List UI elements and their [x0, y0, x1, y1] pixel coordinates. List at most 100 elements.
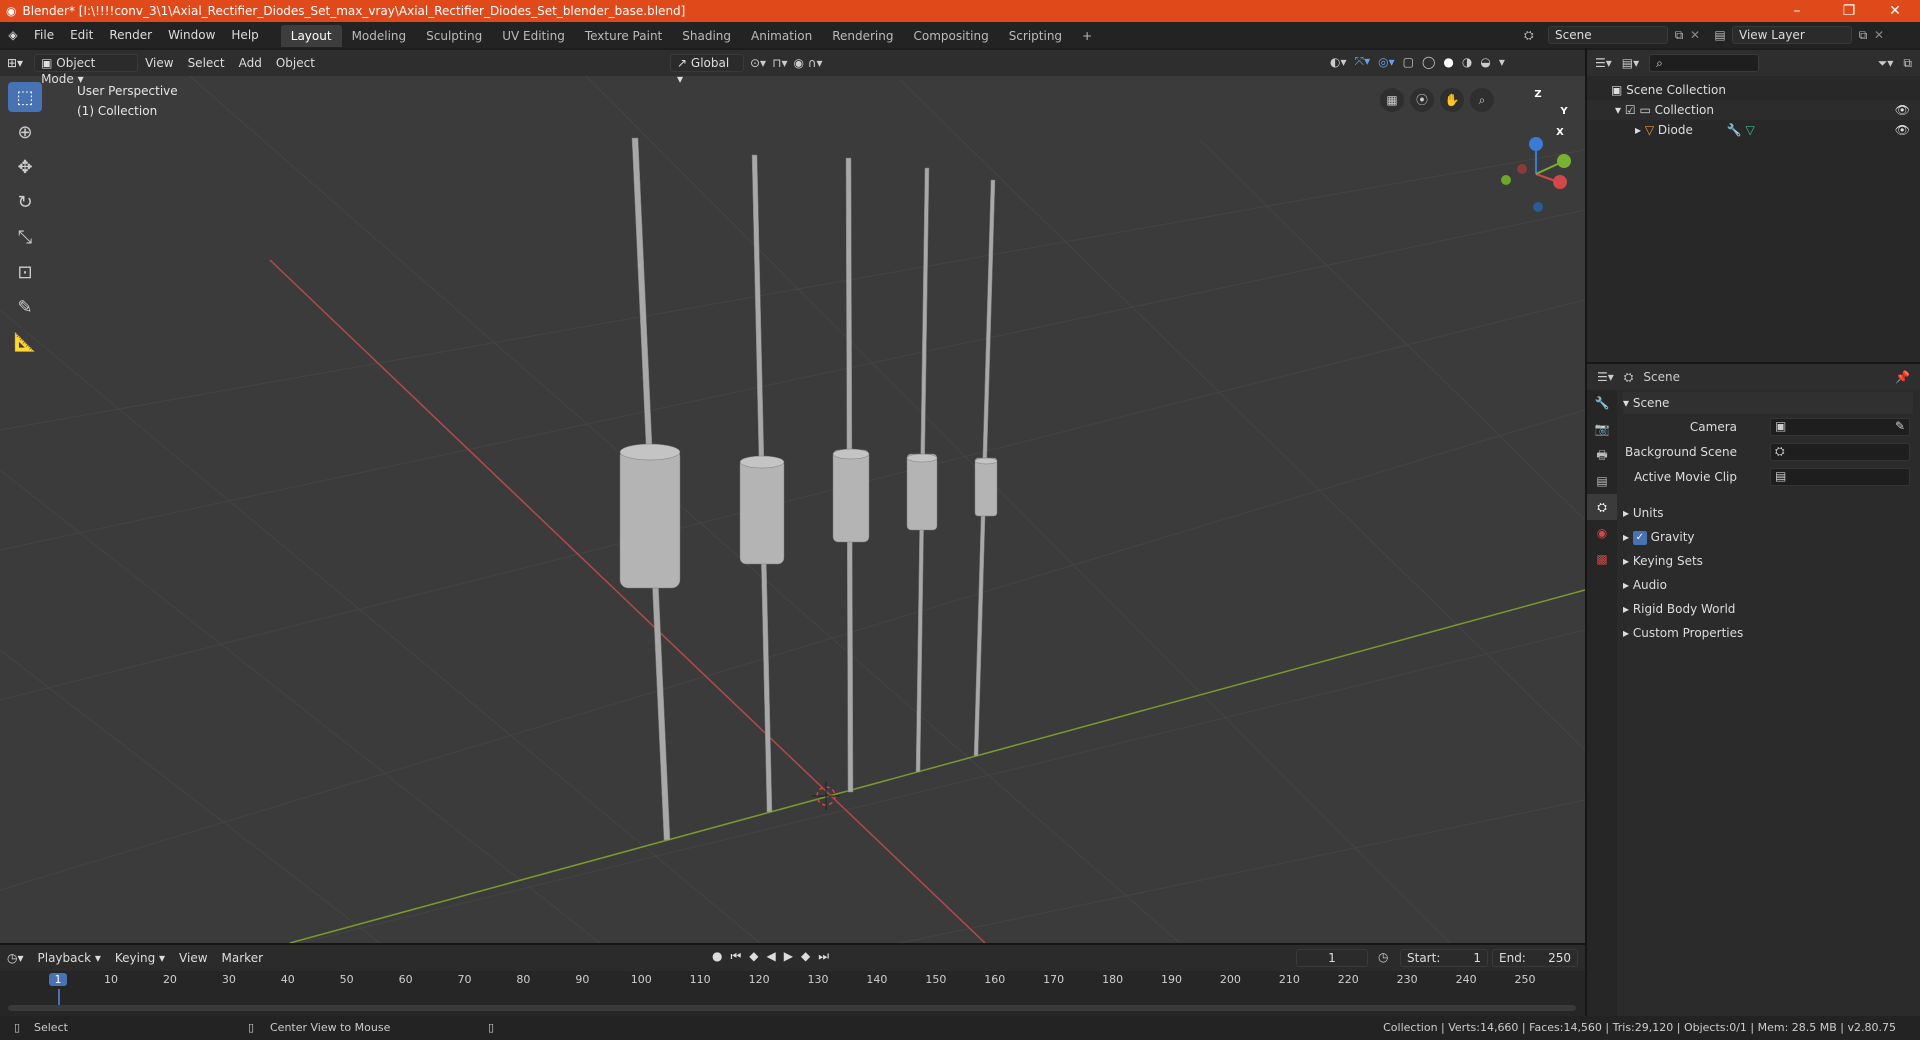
zoom-icon[interactable]: ⌕	[1470, 88, 1494, 112]
move-tool-icon[interactable]: ✥	[8, 152, 42, 182]
jump-start-icon[interactable]: ⏮	[730, 949, 741, 964]
display-mode-icon[interactable]: ▤▾	[1622, 56, 1639, 70]
tab-sculpting[interactable]: Sculpting	[416, 25, 492, 47]
outliner-object-diode[interactable]: ▸ ▽ Diode 🔧 ▽ 👁	[1587, 120, 1920, 140]
tab-compositing[interactable]: Compositing	[903, 25, 998, 47]
diode-5[interactable]	[973, 179, 998, 757]
world-tab-icon[interactable]: ◉	[1587, 520, 1617, 546]
transform-tool-icon[interactable]: ⊡	[8, 257, 42, 287]
3d-cursor-icon[interactable]	[812, 782, 840, 810]
timeline-scrollbar[interactable]	[8, 1005, 1576, 1011]
visibility-icon[interactable]: ◐▾	[1330, 55, 1347, 69]
scale-tool-icon[interactable]: ⤡	[8, 222, 42, 252]
overlays-icon[interactable]: ◎▾	[1378, 55, 1395, 69]
expand-arrow-icon[interactable]: ▾	[1615, 103, 1621, 117]
snap-icon[interactable]: ⊓▾	[772, 56, 787, 70]
output-tab-icon[interactable]: 🖶	[1587, 442, 1617, 468]
tab-modeling[interactable]: Modeling	[342, 25, 417, 47]
new-collection-icon[interactable]: ⧉	[1903, 56, 1912, 71]
diode-4[interactable]	[906, 167, 938, 773]
view-layer-tab-icon[interactable]: ▤	[1587, 468, 1617, 494]
measure-tool-icon[interactable]: 📐	[8, 327, 42, 357]
tab-animation[interactable]: Animation	[741, 25, 822, 47]
play-reverse-icon[interactable]: ◀	[767, 949, 776, 964]
remove-scene-icon[interactable]: ✕	[1690, 28, 1708, 42]
outliner-editor-type-icon[interactable]: ☰▾	[1595, 56, 1612, 70]
wireframe-shading-icon[interactable]: ◯	[1422, 55, 1435, 69]
play-icon[interactable]: ▶	[784, 949, 793, 964]
scene-properties-tab-icon[interactable]: ⛭	[1587, 494, 1617, 520]
mode-dropdown[interactable]: ▣ Object Mode ▾	[34, 54, 139, 86]
xray-icon[interactable]: ▢	[1403, 55, 1414, 69]
filter-icon[interactable]: ⏷▾	[1878, 56, 1894, 71]
next-keyframe-icon[interactable]: ◆	[801, 949, 810, 964]
tab-uv-editing[interactable]: UV Editing	[492, 25, 575, 47]
jump-end-icon[interactable]: ⏭	[818, 949, 829, 964]
texture-tab-icon[interactable]: ▩	[1587, 546, 1617, 572]
solid-shading-icon[interactable]: ●	[1443, 55, 1453, 69]
editor-type-icon[interactable]: ⊞▾	[0, 50, 30, 76]
object-menu[interactable]: Object	[269, 50, 322, 76]
custom-properties-panel[interactable]: ▸ Custom Properties	[1623, 622, 1913, 644]
pan-hand-icon[interactable]: ✋	[1440, 88, 1464, 112]
diode-3[interactable]	[832, 157, 870, 793]
timeline-area[interactable]: 1 10 20 30 40 50 60 70 80 90 100 110 120 130 140 150 160…	[0, 971, 1585, 1016]
toggle-camera-ortho-icon[interactable]: ▦	[1380, 88, 1404, 112]
camera-view-icon[interactable]: ⦿	[1410, 88, 1434, 112]
diode-2[interactable]	[739, 154, 785, 813]
view-layer-field[interactable]: View Layer	[1732, 26, 1852, 44]
material-shading-icon[interactable]: ◑	[1462, 55, 1472, 69]
end-frame-field[interactable]: End: 250	[1492, 949, 1578, 967]
view-layer-icon[interactable]: ▤	[1708, 28, 1732, 42]
navigation-gizmo[interactable]	[1501, 137, 1571, 212]
expand-arrow-icon[interactable]: ▸	[1635, 123, 1641, 137]
object-eye-icon[interactable]: 👁	[1895, 120, 1910, 140]
add-menu[interactable]: Add	[232, 50, 269, 76]
pivot-point-icon[interactable]: ⊙▾	[750, 56, 766, 70]
menu-file[interactable]: File	[26, 22, 62, 48]
annotate-tool-icon[interactable]: ✎	[8, 292, 42, 322]
new-view-layer-icon[interactable]: ⧉	[1852, 28, 1874, 43]
select-box-tool-icon[interactable]: ⬚	[8, 82, 42, 112]
collection-eye-icon[interactable]: 👁	[1895, 100, 1910, 120]
marker-menu[interactable]: Marker	[215, 945, 270, 971]
scene-section-header[interactable]: ▾ Scene	[1623, 392, 1913, 414]
camera-field[interactable]: ▣ ✎	[1770, 418, 1910, 436]
record-icon[interactable]: ●	[712, 949, 722, 964]
3d-viewport[interactable]: Z X Y User Perspective (1) Collection ▦ …	[0, 50, 1585, 943]
menu-edit[interactable]: Edit	[62, 22, 101, 48]
add-workspace-button[interactable]: +	[1072, 25, 1102, 47]
close-button[interactable]: ✕	[1872, 0, 1918, 22]
current-frame-field[interactable]: 1	[1296, 949, 1368, 967]
outliner-collection[interactable]: ▾ ☑ ▭ Collection 👁	[1587, 100, 1920, 120]
blender-menu-icon[interactable]: ◈	[0, 28, 26, 42]
tab-shading[interactable]: Shading	[672, 25, 741, 47]
viewport-scene[interactable]	[0, 50, 1585, 943]
scene-selector-icon[interactable]: ⛭	[1524, 28, 1548, 43]
remove-view-layer-icon[interactable]: ✕	[1874, 28, 1892, 42]
shading-options-icon[interactable]: ▾	[1499, 55, 1505, 69]
tool-tab-icon[interactable]: 🔧	[1587, 390, 1617, 416]
cursor-tool-icon[interactable]: ⊕	[8, 117, 42, 147]
gravity-checkbox[interactable]: ✓	[1632, 530, 1647, 545]
gizmo-toggle-icon[interactable]: ⤧▾	[1355, 54, 1371, 69]
tab-rendering[interactable]: Rendering	[822, 25, 903, 47]
area-separator[interactable]	[0, 943, 1585, 945]
background-scene-field[interactable]: ⛭	[1770, 443, 1910, 461]
minimize-button[interactable]: –	[1774, 0, 1820, 22]
rigid-body-world-panel[interactable]: ▸ Rigid Body World	[1623, 598, 1913, 620]
gravity-panel[interactable]: ▸ ✓ Gravity	[1623, 526, 1913, 548]
diode-1[interactable]	[619, 137, 681, 841]
playhead-line[interactable]	[58, 989, 60, 1005]
rendered-shading-icon[interactable]: ◒	[1480, 55, 1490, 69]
view-menu[interactable]: View	[138, 50, 180, 76]
start-frame-field[interactable]: Start: 1	[1400, 949, 1488, 967]
tab-scripting[interactable]: Scripting	[999, 25, 1072, 47]
current-frame-marker[interactable]: 1	[49, 973, 67, 986]
units-panel[interactable]: ▸ Units	[1623, 502, 1913, 524]
area-separator[interactable]	[1585, 48, 1587, 1016]
eyedropper-icon[interactable]: ✎	[1895, 419, 1909, 433]
keying-sets-panel[interactable]: ▸ Keying Sets	[1623, 550, 1913, 572]
area-separator[interactable]	[1587, 362, 1920, 364]
outliner-search-input[interactable]: ⌕	[1649, 54, 1760, 72]
